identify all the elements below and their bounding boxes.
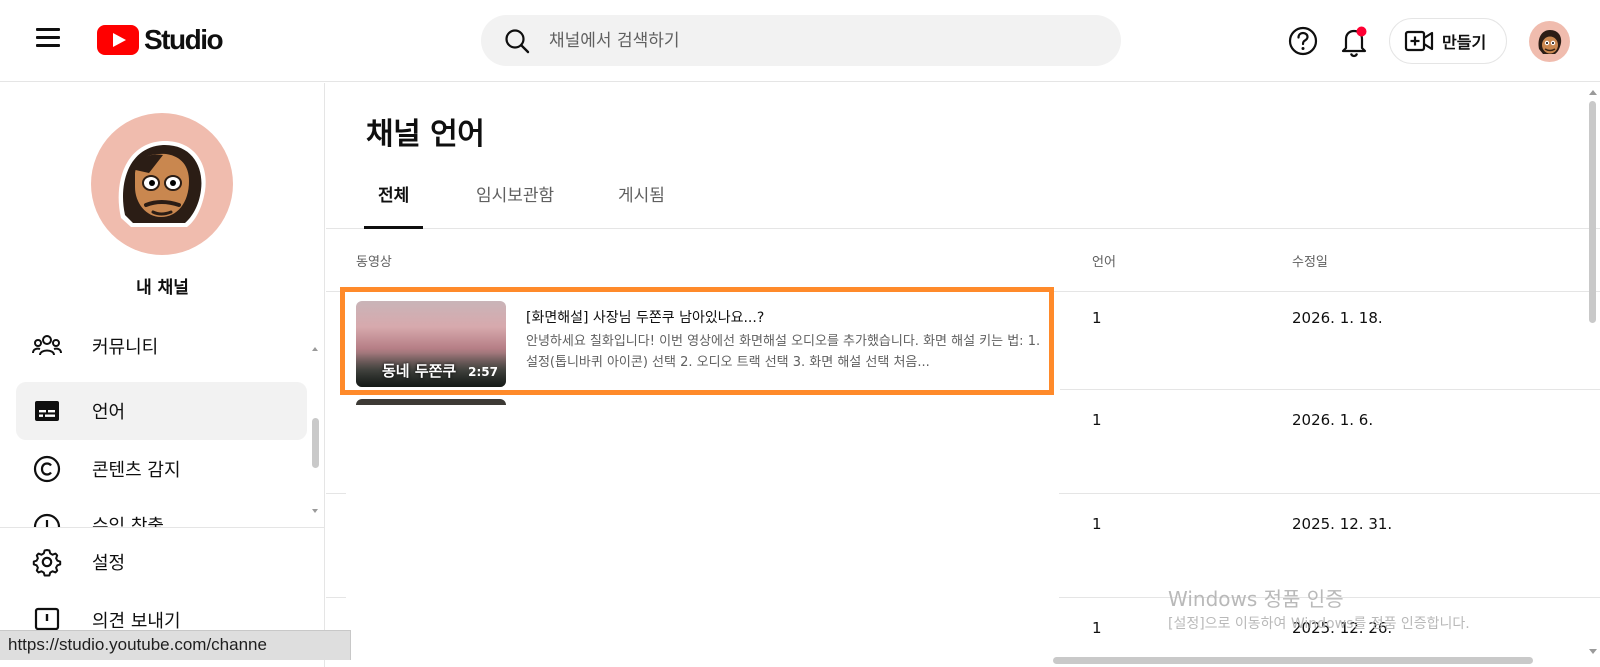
sidebar-item-label: 콘텐츠 감지 bbox=[92, 460, 181, 481]
row-modified-date: 2026. 1. 6. bbox=[1292, 411, 1374, 429]
page-title: 채널 언어 bbox=[366, 117, 485, 152]
help-icon[interactable] bbox=[1287, 25, 1319, 57]
row-modified-date: 2025. 12. 31. bbox=[1292, 515, 1393, 533]
notification-bell-icon[interactable] bbox=[1338, 24, 1370, 58]
sidebar-item-label: 언어 bbox=[92, 402, 126, 423]
gear-icon bbox=[32, 549, 62, 577]
tab-drafts[interactable]: 임시보관함 bbox=[476, 181, 554, 229]
sidebar-item-community[interactable]: 커뮤니티 bbox=[16, 325, 307, 365]
sidebar-item-settings[interactable]: 설정 bbox=[16, 533, 307, 591]
blank-overlay bbox=[346, 405, 1059, 667]
left-sidebar: 내 채널 커뮤니티 언어 콘텐츠 감지 수익 창출 설정 의견 보내기 bbox=[0, 83, 325, 667]
main-vertical-scroll-thumb[interactable] bbox=[1589, 101, 1596, 323]
main-horizontal-scroll-thumb[interactable] bbox=[1053, 657, 1533, 664]
subtitles-icon bbox=[35, 401, 59, 421]
sidebar-item-monetization[interactable]: 수익 창출 bbox=[16, 498, 307, 527]
search-icon[interactable] bbox=[503, 27, 531, 55]
account-avatar[interactable] bbox=[1529, 21, 1570, 62]
activation-watermark-text: [설정]으로 이동하여 Windows를 정품 인증합니다. bbox=[1168, 616, 1470, 632]
create-button-label: 만들기 bbox=[1442, 33, 1487, 52]
scroll-down-icon[interactable] bbox=[1588, 647, 1598, 657]
link-status-bar: https://studio.youtube.com/channe bbox=[0, 630, 351, 660]
cartoon-face-icon bbox=[118, 140, 206, 227]
menu-icon[interactable] bbox=[36, 28, 62, 50]
sidebar-divider bbox=[0, 527, 324, 528]
sidebar-item-feedback[interactable]: 의견 보내기 bbox=[16, 591, 307, 631]
sidebar-item-language[interactable]: 언어 bbox=[16, 382, 307, 440]
tab-bar: 전체 임시보관함 게시됨 bbox=[326, 163, 1600, 229]
search-bar[interactable] bbox=[481, 15, 1121, 66]
sidebar-scroll-thumb[interactable] bbox=[312, 418, 319, 468]
row-divider bbox=[1060, 389, 1600, 390]
row-language[interactable]: 1 bbox=[1092, 411, 1102, 429]
activation-watermark-title: Windows 정품 인증 bbox=[1168, 587, 1344, 611]
video-add-icon bbox=[1404, 30, 1434, 52]
studio-logo[interactable]: Studio bbox=[97, 24, 224, 56]
tab-all[interactable]: 전체 bbox=[363, 181, 424, 229]
sidebar-item-label: 수익 창출 bbox=[92, 516, 164, 527]
create-button[interactable]: 만들기 bbox=[1389, 18, 1507, 64]
monetization-icon bbox=[33, 513, 61, 527]
row-modified-date: 2026. 1. 18. bbox=[1292, 309, 1383, 327]
scroll-up-icon[interactable] bbox=[1588, 87, 1598, 97]
main-content: 채널 언어 전체 임시보관함 게시됨 동영상 언어 수정일 동네 두쫀쿠 2:5… bbox=[326, 83, 1600, 667]
sidebar-item-content-detection[interactable]: 콘텐츠 감지 bbox=[16, 440, 307, 498]
highlight-box bbox=[340, 287, 1054, 395]
copyright-icon bbox=[33, 455, 61, 483]
column-header-video[interactable]: 동영상 bbox=[356, 251, 392, 270]
community-icon bbox=[32, 335, 62, 356]
logo-text: Studio bbox=[144, 24, 224, 55]
sidebar-item-label: 설정 bbox=[92, 553, 126, 574]
row-language[interactable]: 1 bbox=[1092, 619, 1102, 637]
search-input[interactable] bbox=[549, 23, 1089, 58]
youtube-play-icon bbox=[97, 25, 139, 55]
sidebar-item-label: 의견 보내기 bbox=[92, 611, 181, 631]
my-channel-label[interactable]: 내 채널 bbox=[0, 273, 324, 298]
column-header-modified[interactable]: 수정일 bbox=[1292, 251, 1328, 270]
column-header-language[interactable]: 언어 bbox=[1092, 251, 1116, 270]
tab-published[interactable]: 게시됨 bbox=[618, 181, 665, 229]
top-app-bar: Studio 만들기 bbox=[0, 0, 1600, 82]
cartoon-face-icon bbox=[1538, 30, 1562, 54]
channel-avatar[interactable] bbox=[91, 113, 233, 255]
row-language[interactable]: 1 bbox=[1092, 515, 1102, 533]
sidebar-item-label: 커뮤니티 bbox=[92, 337, 159, 358]
feedback-icon bbox=[34, 607, 60, 631]
row-language[interactable]: 1 bbox=[1092, 309, 1102, 327]
